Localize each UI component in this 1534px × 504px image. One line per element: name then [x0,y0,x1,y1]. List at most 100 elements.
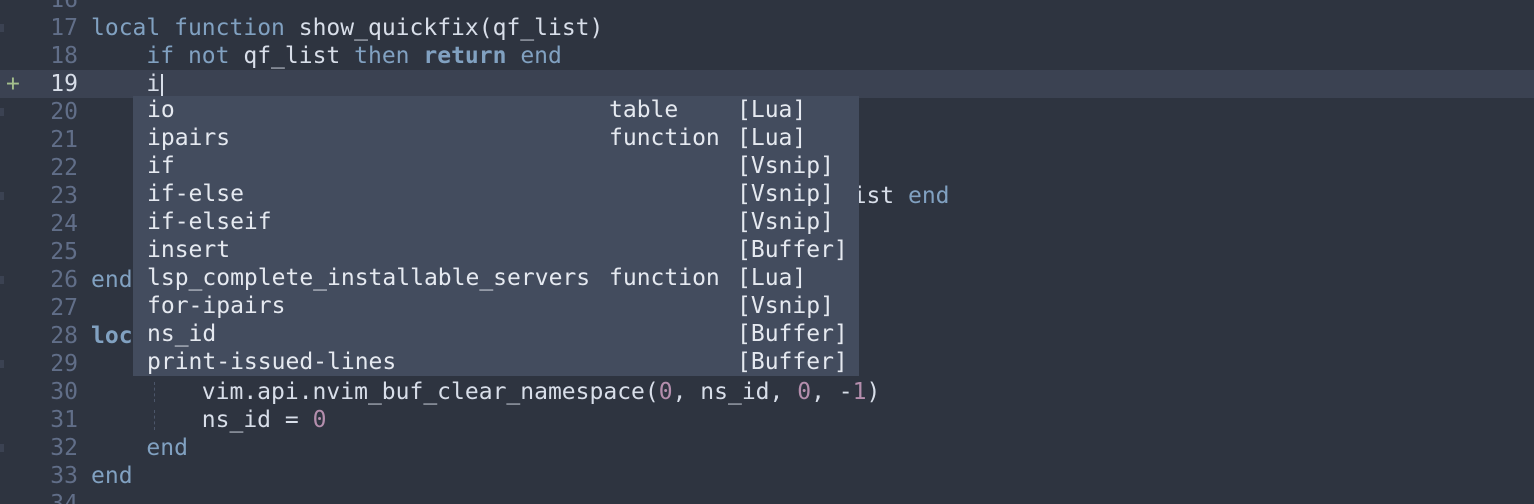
completion-item[interactable]: if [Vsnip] [133,152,859,180]
code-token: end [91,267,133,293]
code-token: end [907,183,950,209]
editor-line[interactable]: 34 [0,490,1534,504]
line-number: 19 [50,71,78,97]
code-text: vim.api.nvim_buf_clear_namespace(0, ns_i… [91,378,881,406]
editor-line[interactable]: 17 local function show_quickfix(qf_list) [0,14,1534,42]
completion-item[interactable]: ipairs function [Lua] [133,124,859,152]
editor-line[interactable]: 16 [0,0,1534,14]
code-text: local function show_quickfix(qf_list) [91,14,603,42]
gutter-marker [0,24,4,32]
code-token: , - [811,379,853,405]
code-token: 1 [852,379,867,405]
code-token: end [146,435,188,461]
completion-item[interactable]: insert [Buffer] [133,236,859,264]
code-token: end [520,43,562,69]
completion-word: ipairs [147,125,231,151]
code-token: 0 [797,379,812,405]
line-number: 17 [50,15,78,41]
line-number: 25 [50,239,78,265]
completion-word: for-ipairs [147,293,286,319]
completion-source: [Vsnip] [737,209,834,235]
completion-source: [Vsnip] [737,153,834,179]
text-cursor [161,73,164,96]
completion-source: [Buffer] [737,349,848,375]
line-number: 20 [50,99,78,125]
code-token: qf_list [229,43,355,69]
line-number: 29 [50,351,78,377]
completion-word: lsp_complete_installable_servers [147,265,591,291]
editor-line[interactable]: 31 ns_id = 0 [0,406,1534,434]
completion-word: if [147,153,175,179]
completion-kind: function [609,125,720,151]
completion-item[interactable]: ns_id [Buffer] [133,320,859,348]
code-text: end [91,434,188,462]
code-token: function [174,15,285,41]
line-number: 18 [50,43,78,69]
code-text: end [91,266,133,294]
completion-source: [Lua] [737,97,807,123]
completion-item[interactable]: lsp_complete_installable_servers function… [133,264,859,292]
code-token: 0 [312,407,327,433]
code-token: 0 [658,379,673,405]
completion-word: io [147,97,175,123]
code-token: ns_id = [91,407,313,433]
completion-kind: function [609,265,720,291]
completion-word: if-elseif [147,209,272,235]
line-number: 22 [50,155,78,181]
line-number: 16 [50,0,78,13]
completion-word: insert [147,237,231,263]
editor-line[interactable]: 18 if not qf_list then return end [0,42,1534,70]
code-token: end [91,463,133,489]
gutter-marker [0,444,4,452]
line-number: 26 [50,267,78,293]
completion-source: [Vsnip] [737,293,834,319]
completion-word: ns_id [147,321,217,347]
code-token: not [187,43,230,69]
git-added-sign: + [6,71,20,97]
editor-line[interactable]: 33 end [0,462,1534,490]
completion-word: if-else [147,181,244,207]
completion-source: [Buffer] [737,321,848,347]
code-text: loc [91,322,133,350]
line-number: 23 [50,183,78,209]
line-number: 24 [50,211,78,237]
line-number: 27 [50,295,78,321]
gutter-marker [0,108,4,116]
completion-source: [Buffer] [737,237,848,263]
code-token: return [423,43,507,69]
line-number: 30 [50,379,78,405]
completion-item[interactable]: io table [Lua] [133,96,859,124]
code-token: local [91,15,161,41]
completion-word: print-issued-lines [147,349,397,375]
completion-source: [Lua] [737,125,807,151]
code-token: ) [866,379,881,405]
gutter-marker [0,192,4,200]
code-text: if not qf_list then return end [91,42,562,70]
code-token: , ns_id, [672,379,798,405]
code-token: then [354,43,410,69]
gutter-marker [0,360,4,368]
editor-line[interactable]: 30 vim.api.nvim_buf_clear_namespace(0, n… [0,378,1534,406]
completion-item[interactable]: if-elseif [Vsnip] [133,208,859,236]
line-number: 31 [50,407,78,433]
code-token: vim.api.nvim_buf_clear_namespace( [91,379,659,405]
line-number: 33 [50,463,78,489]
completion-popup[interactable]: io table [Lua] ipairs function [Lua] if [Vsnip]… [133,96,859,376]
line-number: 32 [50,435,78,461]
completion-item[interactable]: print-issued-lines [Buffer] [133,348,859,376]
code-token: show_quickfix(qf_list) [284,15,604,41]
completion-item[interactable]: for-ipairs [Vsnip] [133,292,859,320]
editor-line[interactable]: 32 end [0,434,1534,462]
code-token: loc [91,323,133,349]
editor-line[interactable]: +19 i [0,70,1534,98]
code-text: i [91,70,164,98]
completion-item[interactable]: if-else [Vsnip] [133,180,859,208]
code-text: end [91,462,133,490]
line-number: 21 [50,127,78,153]
line-number: 28 [50,323,78,349]
